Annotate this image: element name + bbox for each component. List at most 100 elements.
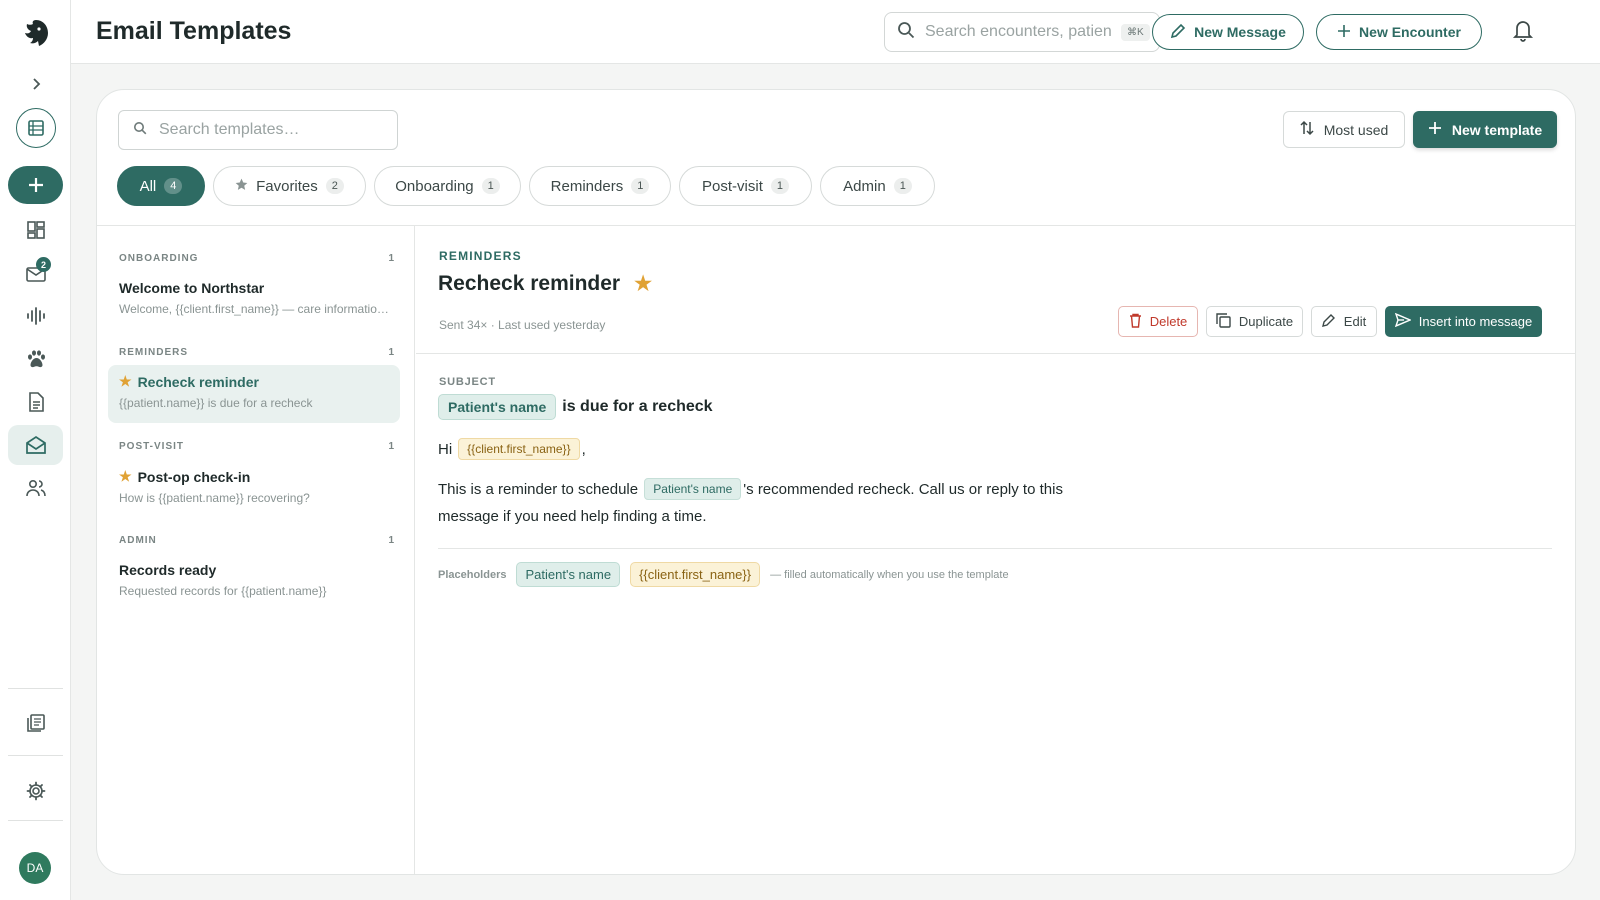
chip-count: 1	[481, 178, 500, 194]
new-message-button[interactable]: New Message	[1152, 14, 1304, 50]
patient-name-placeholder-chip: Patient's name	[438, 394, 557, 420]
inbox-icon[interactable]: 2	[14, 253, 58, 293]
delete-button[interactable]: Delete	[1118, 306, 1198, 337]
favorite-star-icon: ★	[119, 468, 132, 484]
notifications-bell-icon[interactable]	[1512, 18, 1534, 47]
chip-count: 1	[893, 178, 912, 194]
favorite-star-icon[interactable]: ★	[634, 271, 652, 296]
filter-chip-all[interactable]: All 4	[117, 166, 205, 206]
group-count: 1	[388, 535, 395, 546]
greeting-text: Hi	[438, 440, 453, 458]
filter-chip-admin[interactable]: Admin 1	[820, 166, 935, 206]
filter-chip-favorites[interactable]: Favorites 2	[213, 166, 366, 206]
template-name: Records ready	[119, 562, 217, 578]
chip-label: All	[139, 177, 157, 195]
template-category: REMINDERS	[439, 249, 522, 263]
duplicate-button[interactable]: Duplicate	[1206, 306, 1303, 337]
new-message-label: New Message	[1194, 24, 1286, 40]
placeholders-label: Placeholders	[438, 568, 507, 581]
greeting-comma: ,	[581, 440, 586, 458]
chip-count: 1	[631, 178, 650, 194]
template-search[interactable]	[118, 110, 398, 150]
template-preview: How is {{patient.name}} recovering?	[119, 491, 310, 505]
sort-label: Most used	[1323, 121, 1389, 138]
filter-chip-post-visit[interactable]: Post-visit 1	[679, 166, 812, 206]
template-name: Recheck reminder	[137, 373, 259, 390]
template-item-welcome[interactable]: Welcome to Northstar Welcome, {{client.f…	[108, 272, 400, 330]
divider	[416, 353, 1575, 354]
search-icon	[897, 21, 915, 44]
template-detail: REMINDERS Recheck reminder ★ Sent 34× · …	[416, 226, 1575, 874]
group-count: 1	[388, 253, 395, 264]
chip-label: Admin	[843, 177, 886, 195]
rail-divider	[8, 755, 63, 756]
documents-icon[interactable]	[14, 382, 58, 422]
template-item-post-op-check-in[interactable]: ★ Post-op check-in How is {{patient.name}…	[108, 460, 400, 518]
inbox-unread-badge: 2	[36, 257, 51, 272]
divider	[438, 548, 1552, 549]
duplicate-label: Duplicate	[1238, 314, 1294, 329]
new-template-button[interactable]: New template	[1413, 111, 1557, 148]
email-greeting: Hi {{client.first_name}},	[438, 438, 586, 460]
nav-rail: 2 DA	[0, 0, 71, 900]
patient-name-placeholder-chip: Patient's name	[644, 478, 742, 500]
global-search-input[interactable]	[925, 23, 1111, 41]
template-preview: Welcome, {{client.first_name}} — care in…	[119, 302, 389, 316]
avatar[interactable]: DA	[19, 852, 51, 884]
new-template-label: New template	[1451, 121, 1543, 138]
group-header-onboarding: ONBOARDING 1	[119, 253, 395, 264]
audio-waveform-icon[interactable]	[14, 296, 58, 336]
app-logo-icon[interactable]	[14, 14, 58, 54]
copy-icon	[1216, 312, 1231, 331]
team-icon[interactable]	[14, 468, 58, 508]
template-usage-meta: Sent 34× · Last used yesterday	[439, 318, 606, 332]
template-item-recheck-reminder[interactable]: ★ Recheck reminder {{patient.name}} is du…	[108, 365, 400, 423]
notes-icon[interactable]	[14, 703, 58, 743]
group-name: POST-VISIT	[119, 441, 185, 452]
new-encounter-button[interactable]: New Encounter	[1316, 14, 1482, 50]
expand-sidebar-icon[interactable]	[14, 64, 58, 104]
create-new-button[interactable]	[8, 166, 63, 204]
delete-label: Delete	[1149, 314, 1188, 329]
template-preview: Requested records for {{patient.name}}	[119, 584, 327, 598]
subject-text: is due for a recheck	[562, 398, 713, 415]
template-title: Recheck reminder ★	[438, 271, 652, 296]
star-icon	[235, 178, 248, 195]
chip-label: Onboarding	[395, 177, 474, 195]
sort-arrows-icon	[1300, 120, 1314, 139]
email-templates-icon[interactable]	[8, 425, 63, 465]
edit-button[interactable]: Edit	[1311, 306, 1377, 337]
page-title: Email Templates	[96, 17, 292, 45]
chip-count: 1	[770, 178, 789, 194]
template-search-input[interactable]	[159, 121, 379, 139]
trash-icon	[1129, 313, 1142, 331]
group-header-admin: ADMIN 1	[119, 535, 395, 546]
filter-chip-reminders[interactable]: Reminders 1	[529, 166, 671, 206]
filter-chip-onboarding[interactable]: Onboarding 1	[374, 166, 521, 206]
pencil-icon	[1321, 313, 1336, 330]
dashboard-icon[interactable]	[14, 210, 58, 250]
rail-divider	[8, 688, 63, 689]
insert-into-message-button[interactable]: Insert into message	[1385, 306, 1542, 337]
template-list: ONBOARDING 1 Welcome to Northstar Welcom…	[97, 226, 415, 874]
search-icon	[133, 121, 147, 140]
sort-button[interactable]: Most used	[1283, 111, 1405, 148]
templates-card: Most used New template All 4 Favorites 2…	[96, 89, 1576, 875]
placeholders-legend: Placeholders Patient's name {{client.fir…	[438, 562, 1009, 587]
rail-divider	[8, 820, 63, 821]
subject-label: SUBJECT	[439, 376, 496, 388]
group-header-reminders: REMINDERS 1	[119, 347, 395, 358]
clinic-switcher-icon[interactable]	[16, 108, 56, 148]
plus-icon	[1337, 24, 1351, 41]
template-item-records-ready[interactable]: Records ready Requested records for {{pa…	[108, 554, 400, 612]
group-name: REMINDERS	[119, 347, 189, 358]
global-search[interactable]: ⌘K	[884, 12, 1160, 52]
template-preview: {{patient.name}} is due for a recheck	[119, 396, 313, 410]
top-bar: Email Templates ⌘K New Message New Encou…	[71, 0, 1600, 64]
patients-paw-icon[interactable]	[14, 339, 58, 379]
template-name: Welcome to Northstar	[119, 280, 265, 296]
chip-label: Post-visit	[702, 177, 763, 195]
plus-icon	[1428, 121, 1442, 138]
settings-gear-icon[interactable]	[14, 771, 58, 811]
email-body: This is a reminder to schedule Patient's…	[438, 476, 1078, 530]
